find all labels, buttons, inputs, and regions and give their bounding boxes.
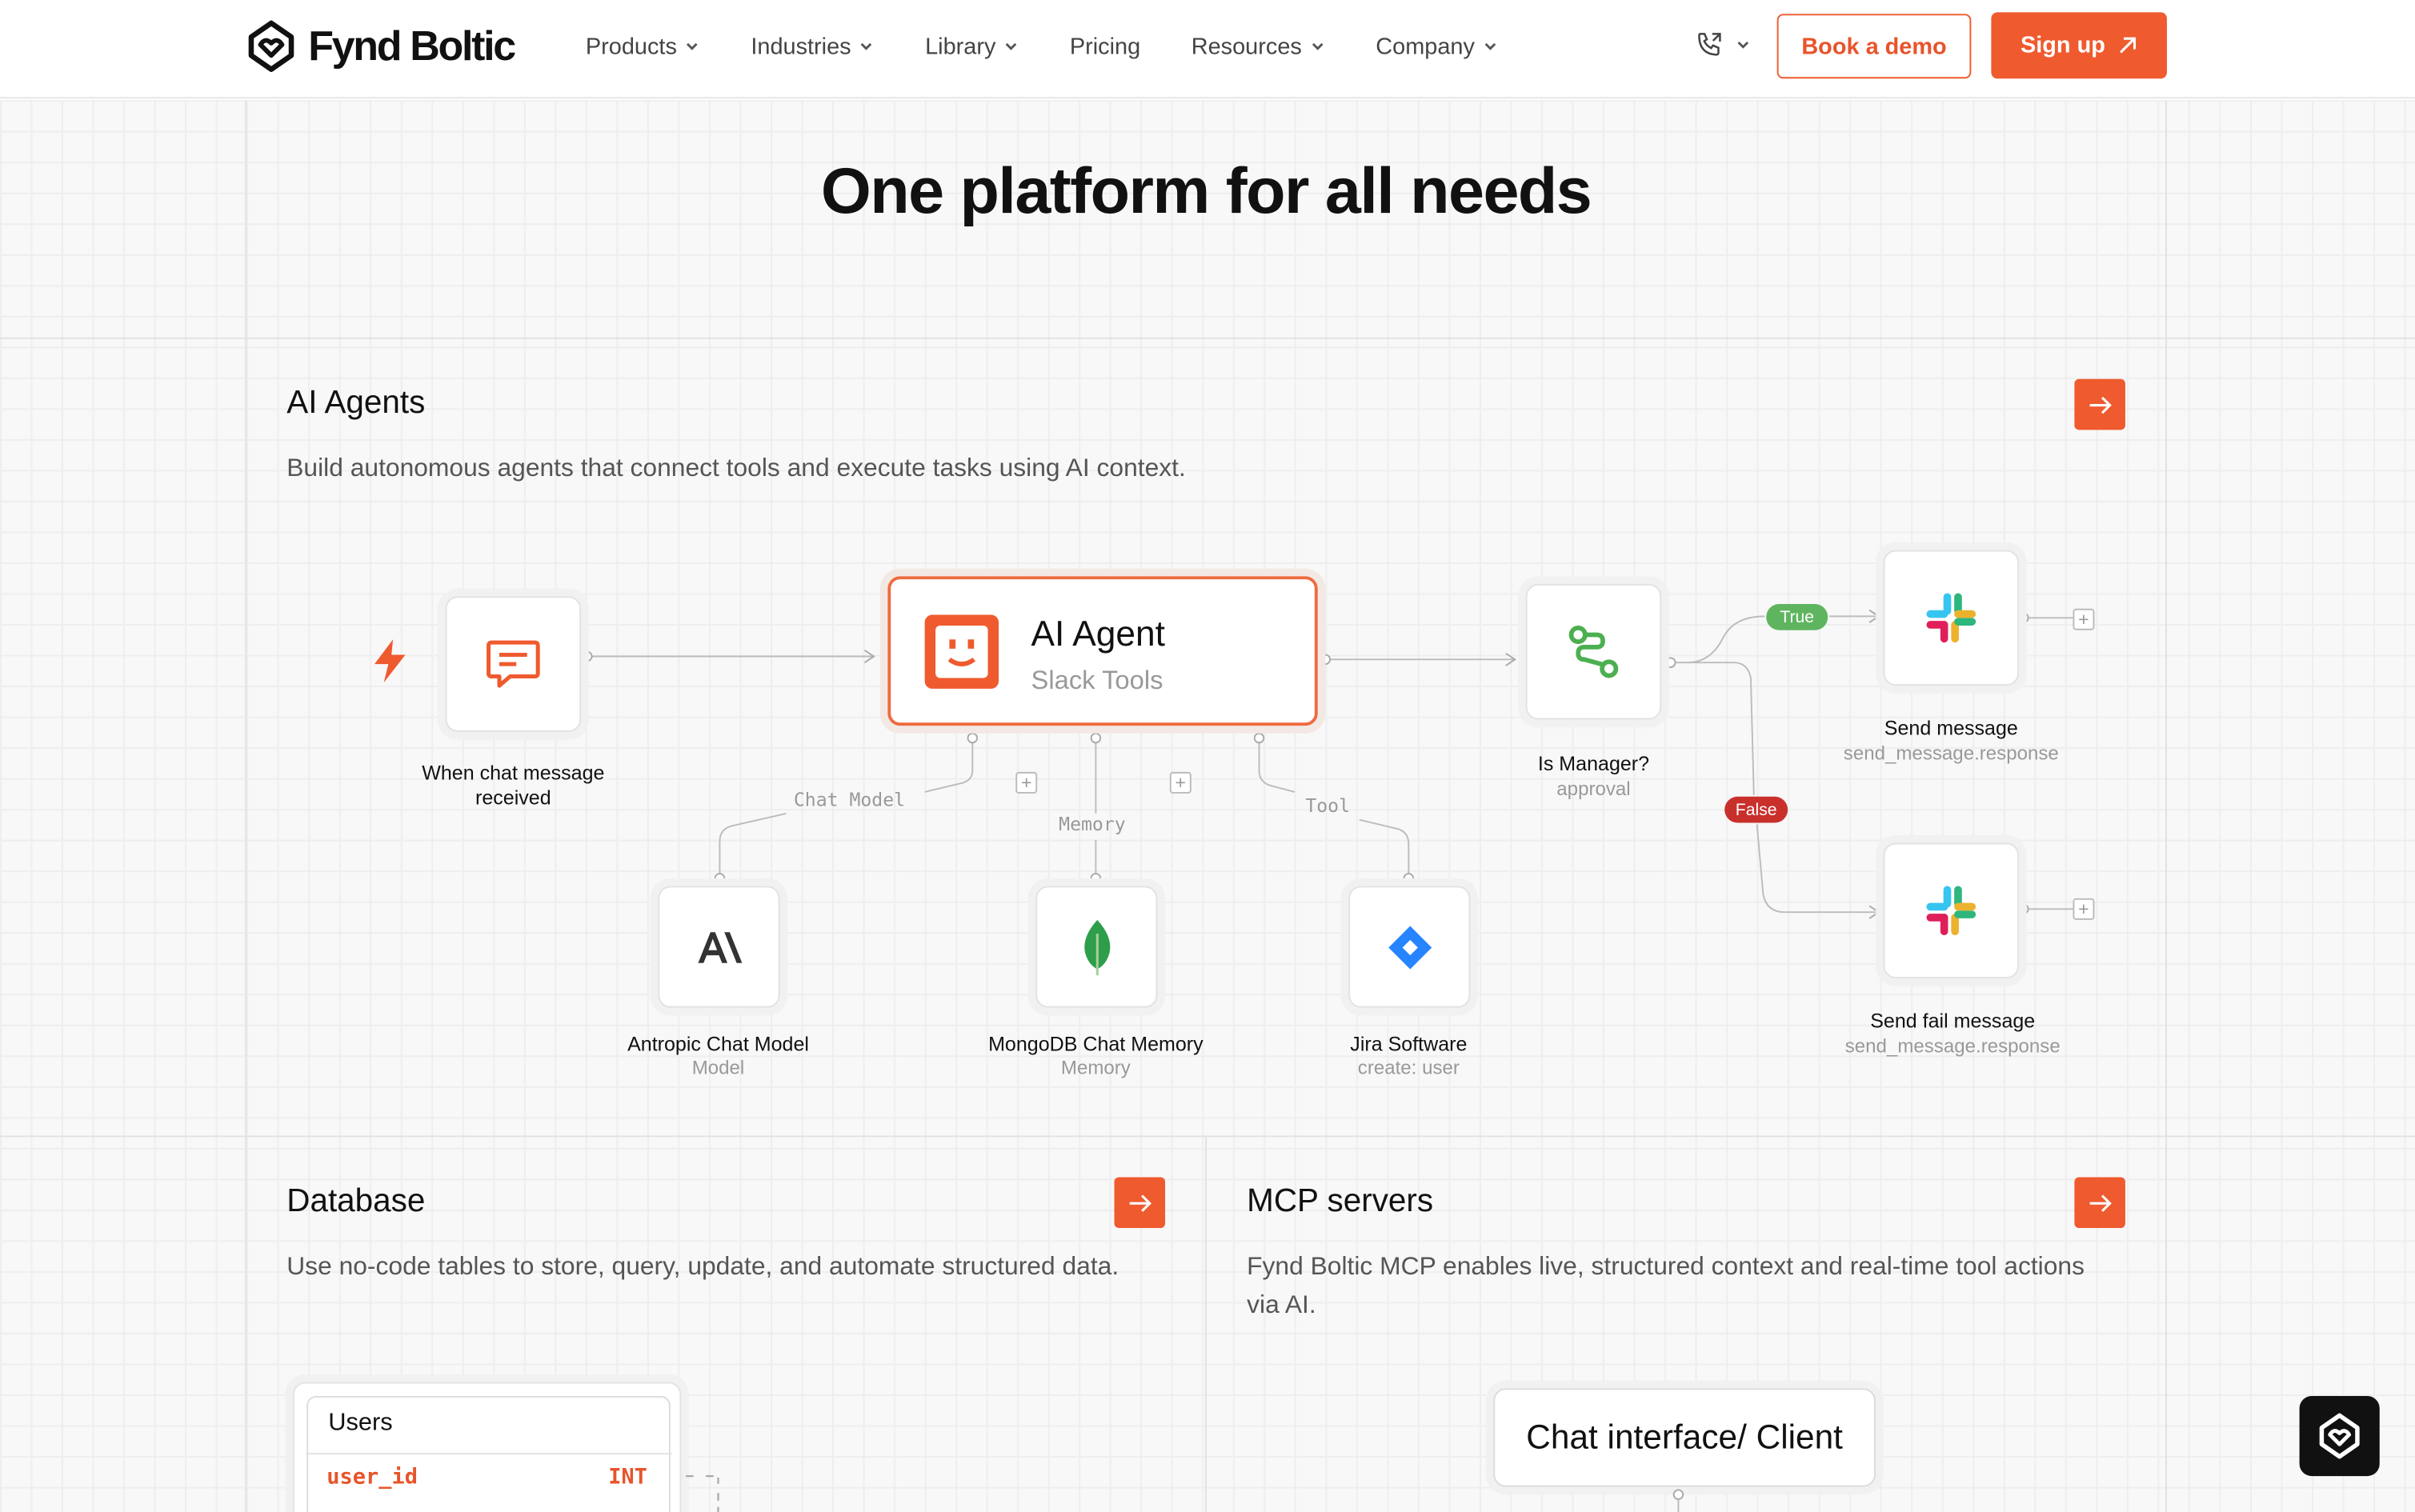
memory-label: MongoDB Chat Memory: [988, 1032, 1203, 1056]
database-description: Use no-code tables to store, query, upda…: [286, 1252, 1119, 1281]
send-fail-message-sub: send_message.response: [1844, 1035, 2061, 1058]
slack-icon: [1926, 593, 1976, 643]
chat-model-connector-label: Chat Model: [793, 789, 906, 811]
arrow-right-icon: [2089, 1194, 2111, 1211]
users-table-card[interactable]: Users user_id INT: [292, 1382, 682, 1512]
memory-connector-label: Memory: [1059, 813, 1126, 835]
trigger-node[interactable]: [445, 596, 582, 732]
mcp-description: Fynd Boltic MCP enables live, structured…: [1247, 1252, 2085, 1319]
chat-widget-button[interactable]: [2299, 1395, 2380, 1477]
true-branch-badge: True: [1766, 603, 1828, 630]
tool-connector-label: Tool: [1305, 794, 1350, 817]
send-fail-message-node[interactable]: [1883, 842, 2020, 979]
ai-agent-node[interactable]: AI Agent Slack Tools: [887, 576, 1318, 726]
memory-node[interactable]: [1035, 886, 1158, 1008]
send-fail-message-label: Send fail message: [1870, 1009, 2036, 1033]
ai-agent-subtitle: Slack Tools: [1031, 666, 1163, 695]
send-message-node[interactable]: [1883, 550, 2020, 686]
chat-model-sub: Model: [691, 1057, 745, 1079]
arrow-right-icon: [1128, 1194, 1151, 1211]
chat-message-icon: [487, 640, 540, 688]
anthropic-icon: [697, 931, 742, 962]
tool-node[interactable]: [1348, 886, 1471, 1008]
mongodb-leaf-icon: [1083, 918, 1110, 975]
chat-client-connector: [1672, 1489, 1684, 1512]
users-table: Users user_id INT: [306, 1395, 672, 1512]
memory-sub: Memory: [1060, 1057, 1131, 1079]
users-table-title: Users: [328, 1410, 393, 1437]
agent-smiley-icon: [924, 614, 999, 689]
add-step-button[interactable]: +: [2073, 898, 2095, 920]
boltic-logo-icon: [2319, 1413, 2360, 1459]
users-field-type: INT: [608, 1465, 647, 1490]
add-connector-button[interactable]: +: [1015, 771, 1038, 794]
mcp-title: MCP servers: [1247, 1183, 1434, 1219]
send-message-sub: send_message.response: [1843, 742, 2059, 765]
slack-icon: [1926, 886, 1976, 936]
table-relation-connector: [686, 1474, 719, 1512]
chat-model-node[interactable]: [658, 886, 780, 1008]
false-branch-badge: False: [1724, 796, 1788, 823]
chat-client-label: Chat interface/ Client: [1526, 1417, 1843, 1457]
send-message-label: Send message: [1884, 716, 2018, 740]
database-arrow-button[interactable]: [1114, 1177, 1166, 1229]
condition-sub: approval: [1556, 778, 1631, 800]
condition-label: Is Manager?: [1537, 751, 1650, 775]
route-icon: [1568, 625, 1619, 678]
add-step-button[interactable]: +: [2073, 608, 2095, 630]
lightning-icon: [374, 639, 406, 683]
users-table-divider: [308, 1453, 672, 1455]
tool-sub: create: user: [1357, 1057, 1460, 1079]
chat-model-label: Antropic Chat Model: [627, 1032, 809, 1056]
database-title: Database: [286, 1183, 426, 1219]
tool-label: Jira Software: [1350, 1032, 1468, 1056]
ai-agent-title: AI Agent: [1031, 613, 1165, 654]
trigger-node-label: When chat message received: [422, 761, 605, 810]
condition-node[interactable]: [1525, 583, 1662, 720]
mcp-arrow-button[interactable]: [2074, 1177, 2125, 1229]
chat-client-card[interactable]: Chat interface/ Client: [1493, 1388, 1876, 1487]
jira-icon: [1388, 925, 1432, 969]
add-connector-button[interactable]: +: [1169, 771, 1191, 794]
users-field-name: user_id: [326, 1465, 418, 1490]
